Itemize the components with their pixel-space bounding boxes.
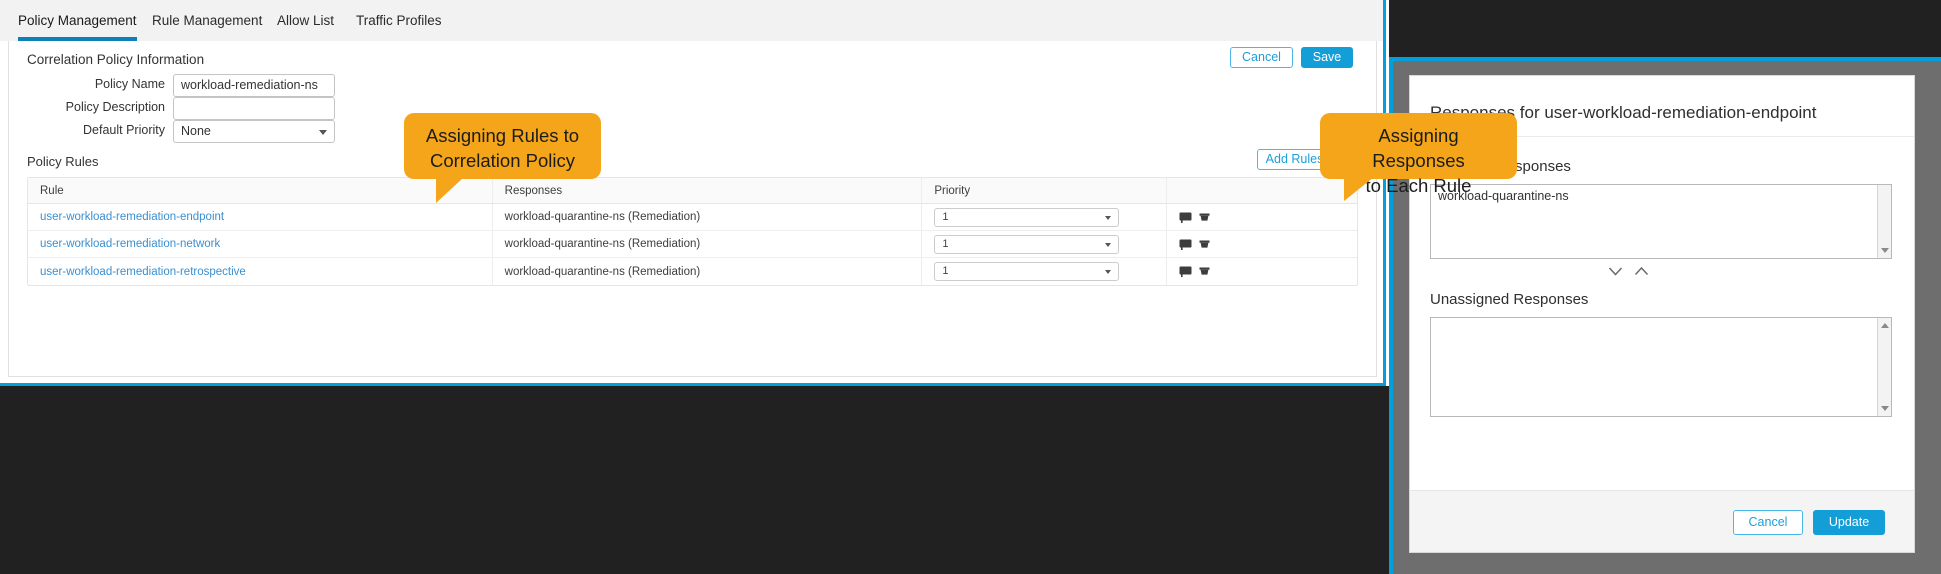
table-row: user-workload-remediation-retrospective … xyxy=(28,258,1357,285)
priority-select[interactable]: 1 xyxy=(934,262,1120,281)
form-row-policy-name: Policy Name workload-remediation-ns xyxy=(69,74,335,97)
unassigned-responses-label: Unassigned Responses xyxy=(1430,291,1589,308)
callout-right-line1: Assigning Responses xyxy=(1372,125,1465,171)
move-response-controls xyxy=(1608,266,1649,277)
form-row-policy-description: Policy Description xyxy=(66,97,335,120)
cell-rule: user-workload-remediation-endpoint xyxy=(28,204,493,230)
dark-backdrop-bottom-left xyxy=(0,386,1389,574)
tab-rule-management[interactable]: Rule Management xyxy=(152,0,262,41)
cell-responses: workload-quarantine-ns (Remediation) xyxy=(493,204,923,230)
comment-icon[interactable] xyxy=(1179,266,1192,277)
column-header-rule: Rule xyxy=(28,178,493,203)
policy-description-label: Policy Description xyxy=(65,100,165,114)
comment-icon[interactable] xyxy=(1179,239,1192,250)
dialog-cancel-label: Cancel xyxy=(1748,515,1788,530)
chevron-up-icon[interactable] xyxy=(1634,266,1649,277)
comment-icon[interactable] xyxy=(1179,212,1192,223)
cancel-button-label: Cancel xyxy=(1242,50,1281,65)
cell-rule: user-workload-remediation-network xyxy=(28,231,493,257)
trash-icon[interactable] xyxy=(1199,266,1210,277)
cancel-button[interactable]: Cancel xyxy=(1230,47,1293,68)
callout-left-line2: Correlation Policy xyxy=(430,150,575,171)
priority-select[interactable]: 1 xyxy=(934,207,1120,227)
add-rules-button-label: Add Rules xyxy=(1265,152,1324,167)
save-button[interactable]: Save xyxy=(1301,47,1353,68)
priority-select[interactable]: 1 xyxy=(934,234,1120,254)
save-button-label: Save xyxy=(1312,50,1342,65)
tab-traffic-profiles-label: Traffic Profiles xyxy=(356,13,442,28)
policy-editor-content: Correlation Policy Information Cancel Sa… xyxy=(8,41,1377,377)
unassigned-responses-listbox[interactable] xyxy=(1430,317,1892,417)
assigned-listbox-scrollbar[interactable] xyxy=(1877,185,1891,258)
response-text: workload-quarantine-ns (Remediation) xyxy=(504,238,701,250)
callout-assigning-rules: Assigning Rules to Correlation Policy xyxy=(404,113,601,203)
tab-allow-list-label: Allow List xyxy=(277,13,335,28)
priority-value: 1 xyxy=(942,210,949,223)
chevron-down-icon xyxy=(1105,215,1112,220)
scroll-down-icon[interactable] xyxy=(1881,406,1889,411)
column-header-actions xyxy=(1167,178,1357,203)
cell-responses: workload-quarantine-ns (Remediation) xyxy=(493,231,923,257)
table-row: user-workload-remediation-network worklo… xyxy=(28,231,1357,258)
tab-traffic-profiles[interactable]: Traffic Profiles xyxy=(356,0,442,41)
response-text: workload-quarantine-ns (Remediation) xyxy=(504,211,701,223)
unassigned-listbox-scrollbar[interactable] xyxy=(1877,318,1891,416)
table-row: user-workload-remediation-endpoint workl… xyxy=(28,204,1357,231)
chevron-down-icon[interactable] xyxy=(1608,266,1623,277)
trash-icon[interactable] xyxy=(1199,212,1210,223)
form-row-default-priority: Default Priority None xyxy=(69,120,335,143)
scroll-up-icon[interactable] xyxy=(1881,323,1889,328)
scroll-down-icon[interactable] xyxy=(1881,248,1889,253)
trash-icon[interactable] xyxy=(1199,239,1210,250)
policy-name-label: Policy Name xyxy=(94,77,165,91)
policy-management-panel: Policy Management Rule Management Allow … xyxy=(0,0,1386,386)
response-text: workload-quarantine-ns (Remediation) xyxy=(504,265,701,278)
cell-actions xyxy=(1167,231,1357,257)
tab-policy-management-label: Policy Management xyxy=(18,13,137,28)
rule-link[interactable]: user-workload-remediation-network xyxy=(40,238,220,250)
tab-policy-management[interactable]: Policy Management xyxy=(18,0,137,41)
rule-link[interactable]: user-workload-remediation-retrospective xyxy=(40,266,246,278)
callout-left-line1: Assigning Rules to xyxy=(425,125,580,146)
rule-link[interactable]: user-workload-remediation-endpoint xyxy=(40,211,224,223)
cell-priority: 1 xyxy=(922,204,1168,230)
tab-rule-management-label: Rule Management xyxy=(152,13,263,28)
policy-rules-table: Rule Responses Priority user-workload-re… xyxy=(27,177,1358,286)
default-priority-label: Default Priority xyxy=(83,123,165,137)
chevron-down-icon xyxy=(1105,242,1112,247)
cell-priority: 1 xyxy=(922,258,1168,285)
dialog-update-label: Update xyxy=(1828,515,1870,530)
cell-actions xyxy=(1167,258,1357,285)
chevron-down-icon xyxy=(319,130,327,135)
callout-tail xyxy=(436,177,464,203)
priority-value: 1 xyxy=(942,265,949,277)
cell-actions xyxy=(1167,204,1357,230)
correlation-policy-info-title: Correlation Policy Information xyxy=(27,52,205,67)
table-header-row: Rule Responses Priority xyxy=(28,178,1357,204)
policy-rules-title: Policy Rules xyxy=(27,154,99,169)
column-header-priority: Priority xyxy=(922,178,1168,203)
default-priority-value: None xyxy=(181,124,211,138)
chevron-down-icon xyxy=(1105,270,1112,274)
dialog-footer: Cancel Update xyxy=(1410,490,1914,552)
dialog-update-button[interactable]: Update xyxy=(1813,510,1885,535)
policy-name-input[interactable]: workload-remediation-ns xyxy=(173,74,335,97)
dialog-cancel-button[interactable]: Cancel xyxy=(1733,510,1803,535)
cell-responses: workload-quarantine-ns (Remediation) xyxy=(493,258,923,285)
column-header-responses: Responses xyxy=(493,178,923,203)
tab-allow-list[interactable]: Allow List xyxy=(277,0,334,41)
callout-assigning-responses: Assigning Responses to Each Rule xyxy=(1320,113,1517,201)
default-priority-select[interactable]: None xyxy=(173,120,335,143)
callout-tail xyxy=(1344,177,1374,201)
tab-bar: Policy Management Rule Management Allow … xyxy=(0,0,1383,41)
priority-value: 1 xyxy=(942,237,949,250)
policy-description-input[interactable] xyxy=(173,97,335,120)
cell-rule: user-workload-remediation-retrospective xyxy=(28,258,493,285)
cell-priority: 1 xyxy=(922,231,1168,257)
dark-backdrop-top-right xyxy=(1389,0,1941,57)
screenshot-canvas: Policy Management Rule Management Allow … xyxy=(0,0,1941,574)
